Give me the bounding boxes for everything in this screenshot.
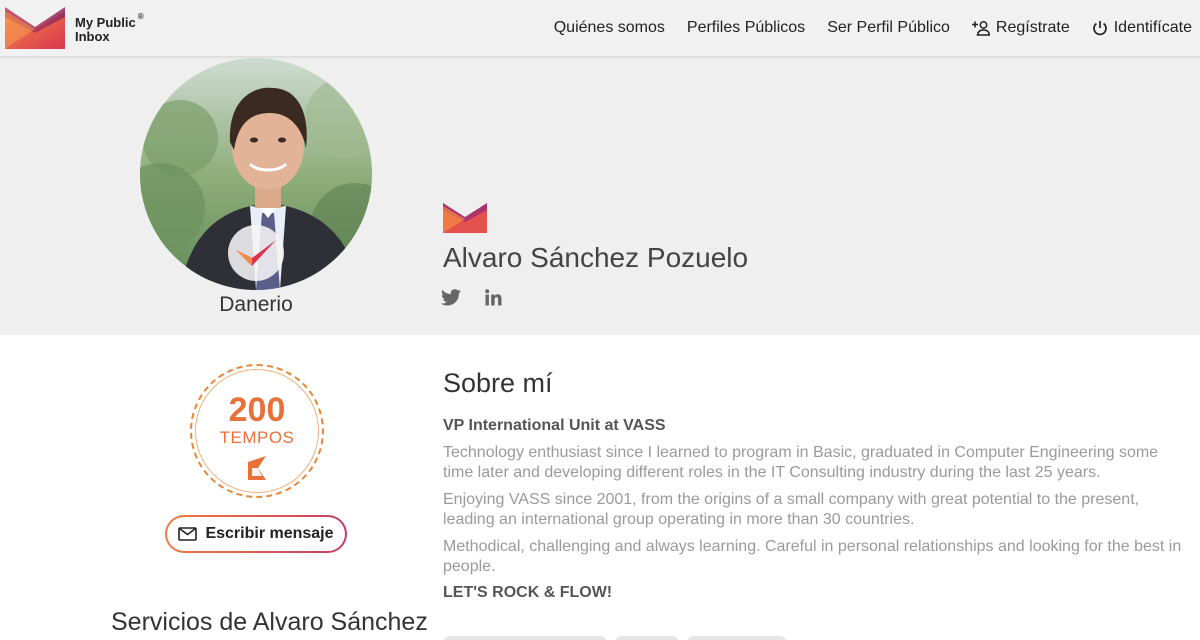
logo-text: My Public Inbox ® <box>75 12 144 44</box>
mail-icon <box>178 527 198 541</box>
logo-line-1: My Public <box>75 15 136 30</box>
logo-icon <box>5 7 65 49</box>
logo-line-2: Inbox <box>75 29 110 44</box>
nav-label: Ser Perfil Público <box>827 19 950 36</box>
nav-label: Perfiles Públicos <box>686 19 806 36</box>
about-role: VP International Unit at VASS <box>443 417 666 434</box>
nav-label: Quiénes somos <box>553 19 665 36</box>
write-message-label: Escribir mensaje <box>205 525 334 542</box>
about-motto: LET'S ROCK & FLOW! <box>443 584 613 601</box>
profile-name: Alvaro Sánchez Pozuelo <box>443 242 749 273</box>
write-message-button[interactable]: Escribir mensaje <box>165 515 347 553</box>
social-links <box>441 289 502 311</box>
about-paragraph: Technology enthusiast since I learned to… <box>443 444 1159 481</box>
nav-ser-perfil-publico[interactable]: Ser Perfil Público <box>827 19 950 37</box>
verified-badge <box>228 225 284 281</box>
add-user-icon <box>971 21 990 36</box>
tempos-logo-icon <box>248 456 266 480</box>
write-message-button-inner: Escribir mensaje <box>167 517 345 551</box>
twitter-link[interactable] <box>441 289 461 311</box>
service-tag[interactable] <box>615 636 679 640</box>
main-nav: Quiénes somos Perfiles Públicos Ser Perf… <box>554 0 1192 56</box>
tempos-badge: 200 TEMPOS <box>190 364 324 498</box>
nav-quienes-somos[interactable]: Quiénes somos <box>554 19 665 37</box>
nav-perfiles-publicos[interactable]: Perfiles Públicos <box>687 19 805 37</box>
about-section: Sobre mí VP International Unit at VASS T… <box>443 368 1188 602</box>
tempos-label: TEMPOS <box>219 428 295 447</box>
top-navigation-bar: My Public Inbox ® Quiénes somos Perfiles… <box>0 0 1200 56</box>
nav-label: Regístrate <box>995 19 1070 36</box>
services-title: Servicios de Alvaro Sánchez <box>111 608 428 636</box>
nav-label: Identifícate <box>1113 19 1192 36</box>
nav-identificate[interactable]: Identifícate <box>1092 19 1192 37</box>
registered-mark: ® <box>137 12 144 21</box>
check-icon <box>236 240 276 266</box>
about-paragraph: Methodical, challenging and always learn… <box>443 538 1182 575</box>
about-paragraph: Enjoying VASS since 2001, from the origi… <box>443 491 1140 528</box>
brand-mail-icon <box>443 203 487 233</box>
service-tag[interactable] <box>443 636 607 640</box>
logo-link[interactable]: My Public Inbox ® <box>5 7 144 49</box>
power-icon <box>1092 21 1107 36</box>
about-title: Sobre mí <box>443 368 553 398</box>
tempos-value: 200 <box>228 391 286 429</box>
linkedin-icon <box>485 289 502 306</box>
avatar-caption: Danerio <box>219 293 293 316</box>
service-tags-row <box>443 636 787 640</box>
twitter-icon <box>441 289 461 306</box>
nav-registrate[interactable]: Regístrate <box>971 19 1070 37</box>
linkedin-link[interactable] <box>485 289 502 311</box>
service-tag[interactable] <box>687 636 787 640</box>
